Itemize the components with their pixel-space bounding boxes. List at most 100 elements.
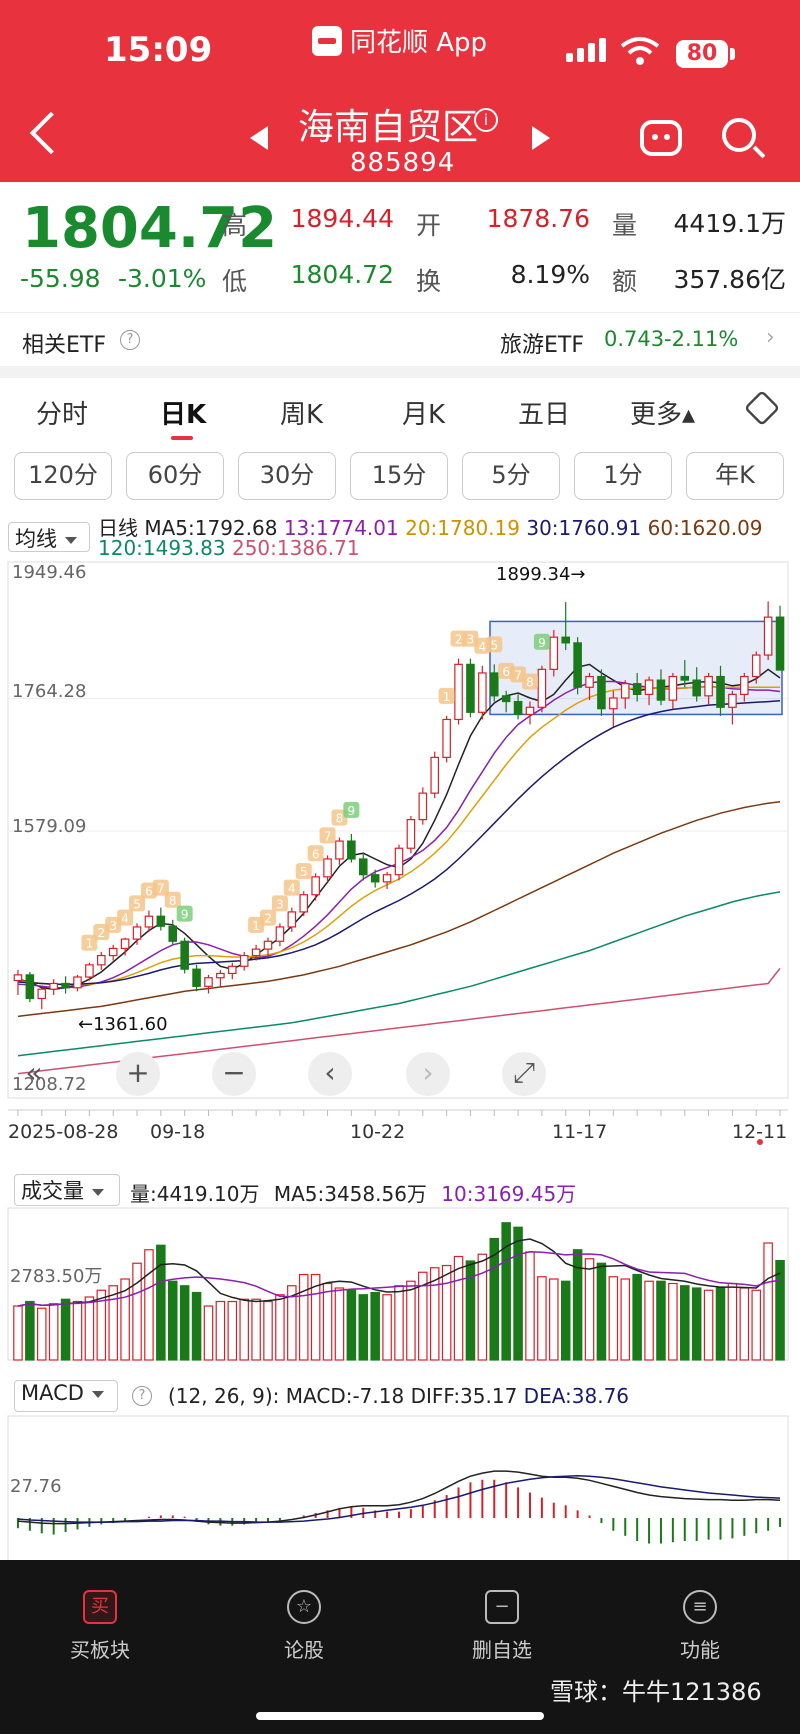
period-5min[interactable]: 5分 xyxy=(462,452,560,500)
candle xyxy=(775,605,785,671)
candle-body xyxy=(156,915,166,927)
home-indicator xyxy=(256,1712,544,1720)
candle-body xyxy=(335,840,344,860)
scroll-left-button[interactable]: ‹ xyxy=(308,1052,352,1096)
tab-five-day[interactable]: 五日 xyxy=(518,394,570,431)
robot-assistant-icon[interactable] xyxy=(640,120,682,156)
tab-intraday[interactable]: 分时 xyxy=(36,394,88,431)
bottom-nav: 买 买板块 ☆ 论股 − 删自选 ≡ 功能 雪球：牛牛121386 xyxy=(0,1560,800,1734)
sequence-label: 3 xyxy=(109,919,117,933)
volume-bar xyxy=(608,1276,619,1361)
price-axis-label: 1949.46 xyxy=(12,562,86,583)
candle-body xyxy=(132,926,142,940)
candle-body xyxy=(656,679,666,701)
minus-icon: − xyxy=(485,1590,519,1624)
macd-dea: DEA:38.76 xyxy=(523,1384,630,1408)
candle xyxy=(573,637,582,695)
prev-stock-button[interactable] xyxy=(250,126,268,150)
zoom-in-button[interactable]: + xyxy=(116,1052,160,1096)
volume-bar xyxy=(501,1222,511,1361)
volume-bar xyxy=(346,1289,357,1361)
macd-chart[interactable]: 27.76 xyxy=(0,1414,800,1566)
volume-bar xyxy=(632,1273,642,1361)
volume-chart[interactable]: 2783.50万 xyxy=(0,1206,800,1366)
back-button[interactable] xyxy=(29,111,73,155)
volume-bar xyxy=(751,1289,761,1361)
period-1min[interactable]: 1分 xyxy=(574,452,672,500)
help-icon[interactable]: ? xyxy=(120,330,140,350)
volume-ma10: 10:3169.45万 xyxy=(441,1182,577,1206)
period-60min[interactable]: 60分 xyxy=(126,452,224,500)
nav-remove-watchlist[interactable]: − 删自选 xyxy=(442,1590,562,1663)
macd-value: MACD:-7.18 xyxy=(285,1384,405,1408)
volume-bar xyxy=(370,1291,380,1361)
volume-bar xyxy=(203,1305,214,1361)
related-etf-row[interactable]: 相关ETF ? 旅游ETF 0.743 -2.11% › xyxy=(0,312,800,366)
candle xyxy=(406,816,416,854)
candle xyxy=(49,979,58,995)
volume-bar xyxy=(37,1307,47,1361)
watermark: 雪球：牛牛121386 xyxy=(550,1678,762,1706)
candle-body xyxy=(418,792,428,821)
candle-body xyxy=(763,616,773,656)
volume-bar xyxy=(108,1285,118,1361)
ma20-line xyxy=(17,686,780,986)
candle xyxy=(347,833,356,863)
sequence-label: 7 xyxy=(157,882,165,896)
tab-daily-k[interactable]: 日K xyxy=(160,394,206,431)
low-annotation: ←1361.60 xyxy=(78,1014,168,1035)
period-yearly-k[interactable]: 年K xyxy=(686,452,784,500)
search-icon[interactable] xyxy=(722,118,756,152)
candle xyxy=(156,907,166,931)
nav-discuss[interactable]: ☆ 论股 xyxy=(244,1590,364,1663)
candle-body xyxy=(144,915,154,928)
candle-body xyxy=(108,947,118,957)
macd-frame xyxy=(7,1415,789,1565)
macd-selector[interactable]: MACD xyxy=(14,1380,118,1412)
candle-body xyxy=(299,894,309,913)
volume-value: 4419.1万 xyxy=(673,209,786,238)
macd-params: (12, 26, 9): xyxy=(168,1384,280,1408)
wifi-icon xyxy=(620,37,660,65)
tab-weekly-k[interactable]: 周K xyxy=(280,394,323,431)
volume-bar xyxy=(25,1300,35,1361)
candle-body xyxy=(728,693,737,708)
caret-down-icon xyxy=(65,536,77,544)
fullscreen-button[interactable]: ⤢ xyxy=(502,1052,546,1096)
zoom-out-button[interactable]: − xyxy=(212,1052,256,1096)
candle-body xyxy=(442,718,451,758)
sequence-label: 7 xyxy=(514,668,522,682)
info-icon[interactable]: i xyxy=(474,108,498,132)
sequence-label: 9 xyxy=(181,908,189,922)
volume-bar xyxy=(691,1287,702,1361)
open-value: 1878.76 xyxy=(486,204,590,233)
volume-bar xyxy=(549,1278,559,1361)
collapse-left-button[interactable]: « xyxy=(12,1052,56,1096)
candle xyxy=(73,974,82,992)
candle-body xyxy=(632,683,642,696)
volume-bar xyxy=(525,1251,535,1361)
tab-monthly-k[interactable]: 月K xyxy=(402,394,445,431)
period-30min[interactable]: 30分 xyxy=(238,452,336,500)
period-120min[interactable]: 120分 xyxy=(14,452,112,500)
volume-bar xyxy=(715,1287,726,1361)
volume-selector[interactable]: 成交量 xyxy=(14,1174,120,1206)
volume-bar xyxy=(560,1280,571,1361)
volume-bar xyxy=(763,1242,773,1361)
volume-bar xyxy=(680,1285,690,1361)
scroll-right-button[interactable]: › xyxy=(406,1052,450,1096)
candle-body xyxy=(668,675,678,701)
ma-selector[interactable]: 均线 xyxy=(8,522,90,552)
price-axis-label: 1579.09 xyxy=(12,816,86,837)
nav-buy-sector[interactable]: 买 买板块 xyxy=(40,1590,160,1663)
candle-body xyxy=(275,926,285,942)
turnover-value: 8.19% xyxy=(510,260,590,289)
tab-more[interactable]: 更多▴ xyxy=(630,394,695,431)
next-stock-button[interactable] xyxy=(532,126,550,150)
consolidation-box xyxy=(489,620,783,716)
help-icon[interactable]: ? xyxy=(132,1386,152,1406)
period-15min[interactable]: 15分 xyxy=(350,452,448,500)
sequence-label: 9 xyxy=(348,804,356,818)
settings-icon[interactable] xyxy=(743,389,781,427)
nav-functions[interactable]: ≡ 功能 xyxy=(640,1590,760,1663)
